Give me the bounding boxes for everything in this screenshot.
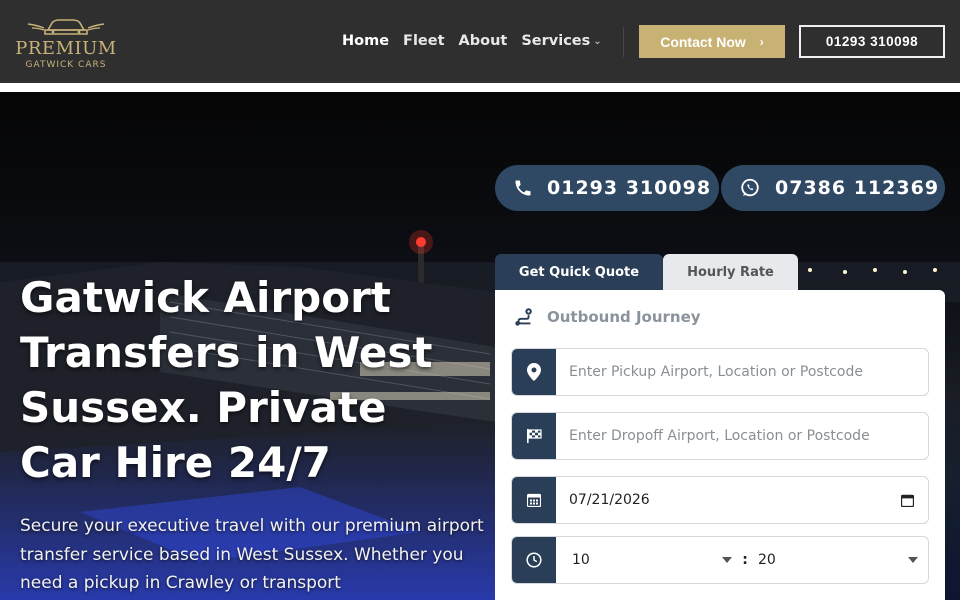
call-phone-pill[interactable]: 01293 310098: [495, 165, 719, 211]
brand-name: PREMIUM: [15, 38, 117, 59]
date-picker-icon[interactable]: [901, 494, 914, 507]
pickup-input[interactable]: [556, 349, 928, 395]
chevron-down-icon: ⌄: [593, 36, 602, 47]
dropoff-field: [511, 412, 929, 460]
site-header: PREMIUM GATWICK CARS Home Fleet About Se…: [0, 0, 960, 83]
chevron-right-icon: ›: [759, 34, 764, 49]
checkered-flag-icon: [512, 413, 556, 459]
outbound-journey-label: Outbound Journey: [547, 308, 701, 326]
hero-title: Gatwick Airport Transfers in West Sussex…: [20, 273, 433, 487]
outbound-journey-heading: Outbound Journey: [513, 306, 701, 328]
clock-icon: [512, 537, 556, 583]
time-selects: 10 : 20: [556, 537, 928, 583]
caret-down-icon: [722, 557, 732, 563]
hero-section: Gatwick Airport Transfers in West Sussex…: [0, 92, 960, 600]
tab-hourly-rate[interactable]: Hourly Rate: [663, 254, 798, 290]
time-separator: :: [742, 552, 748, 568]
nav-divider: [623, 27, 624, 57]
pickup-field: [511, 348, 929, 396]
map-pin-icon: [512, 349, 556, 395]
date-value: 07/21/2026: [569, 492, 650, 508]
booking-form: Outbound Journey Enter Pickup Airport, L…: [495, 290, 945, 600]
minute-value: 20: [758, 552, 776, 568]
contact-now-label: Contact Now: [660, 33, 746, 50]
main-nav: Home Fleet About Services ⌄: [342, 33, 602, 49]
header-divider-strip: [0, 83, 960, 92]
date-field: 07/21/2026: [511, 476, 929, 524]
hour-value: 10: [572, 552, 590, 568]
header-phone-button[interactable]: 01293 310098: [799, 25, 945, 58]
nav-fleet[interactable]: Fleet: [403, 33, 444, 49]
time-field: 10 : 20: [511, 536, 929, 584]
route-icon: [515, 308, 532, 326]
call-phone-number: 01293 310098: [547, 177, 712, 199]
car-wings-icon: [27, 19, 105, 35]
nav-home[interactable]: Home: [342, 33, 389, 49]
whatsapp-icon: [741, 178, 759, 197]
brand-logo[interactable]: PREMIUM GATWICK CARS: [14, 12, 118, 74]
whatsapp-pill[interactable]: 07386 112369: [721, 165, 945, 211]
phone-icon: [515, 180, 531, 196]
tab-quick-quote[interactable]: Get Quick Quote: [495, 254, 663, 290]
caret-down-icon: [908, 557, 918, 563]
nav-about[interactable]: About: [459, 33, 508, 49]
date-input[interactable]: 07/21/2026: [556, 477, 928, 523]
whatsapp-number: 07386 112369: [775, 177, 940, 199]
nav-services-label: Services: [521, 33, 591, 49]
nav-services[interactable]: Services ⌄: [521, 33, 601, 49]
hour-select[interactable]: 10: [572, 552, 732, 568]
hero-description: Secure your executive travel with our pr…: [20, 516, 484, 593]
calendar-icon: [512, 477, 556, 523]
minute-select[interactable]: 20: [758, 552, 918, 568]
dropoff-input[interactable]: [556, 413, 928, 459]
contact-now-button[interactable]: Contact Now ›: [639, 25, 785, 58]
brand-tagline: GATWICK CARS: [25, 60, 107, 70]
